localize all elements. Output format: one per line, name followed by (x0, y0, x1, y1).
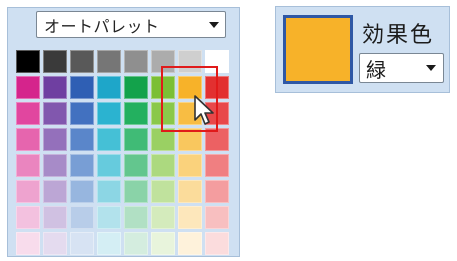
color-swatch-cell[interactable] (43, 180, 67, 203)
color-swatch-cell[interactable] (97, 206, 121, 229)
color-swatch-cell[interactable] (97, 50, 121, 73)
color-swatch-cell[interactable] (70, 128, 94, 151)
color-swatch-cell[interactable] (124, 128, 148, 151)
color-swatch-cell[interactable] (16, 50, 40, 73)
color-swatch-cell[interactable] (16, 76, 40, 99)
color-swatch-cell[interactable] (97, 154, 121, 177)
color-swatch-cell[interactable] (16, 232, 40, 255)
color-swatch-cell[interactable] (124, 180, 148, 203)
color-swatch-cell[interactable] (124, 206, 148, 229)
color-swatch-cell[interactable] (97, 128, 121, 151)
color-swatch-cell[interactable] (205, 50, 229, 73)
color-swatch-cell[interactable] (16, 154, 40, 177)
color-swatch-cell[interactable] (151, 76, 175, 99)
color-swatch-cell[interactable] (43, 76, 67, 99)
color-swatch-cell[interactable] (178, 232, 202, 255)
color-swatch-cell[interactable] (43, 232, 67, 255)
color-swatch-cell[interactable] (151, 180, 175, 203)
color-swatch-cell[interactable] (151, 128, 175, 151)
color-palette-panel: オートパレット (7, 7, 240, 257)
color-swatch-cell[interactable] (16, 206, 40, 229)
effect-color-value: 緑 (366, 57, 386, 82)
color-swatch-cell[interactable] (16, 102, 40, 125)
color-swatch-cell[interactable] (205, 232, 229, 255)
color-swatch-cell[interactable] (70, 206, 94, 229)
color-swatch-cell[interactable] (178, 154, 202, 177)
chevron-down-icon[interactable] (203, 21, 225, 28)
color-swatch-cell[interactable] (151, 102, 175, 125)
effect-color-panel: 効果色 緑 (275, 6, 450, 93)
color-swatch-cell[interactable] (151, 206, 175, 229)
color-swatch-cell[interactable] (97, 102, 121, 125)
color-swatch-cell[interactable] (205, 180, 229, 203)
color-swatch-cell[interactable] (16, 180, 40, 203)
color-swatch-cell[interactable] (124, 232, 148, 255)
color-swatch-cell[interactable] (43, 102, 67, 125)
color-swatch-cell[interactable] (178, 50, 202, 73)
color-swatch-cell[interactable] (205, 154, 229, 177)
color-swatch-cell[interactable] (124, 102, 148, 125)
color-swatch-cell[interactable] (43, 206, 67, 229)
palette-type-dropdown[interactable]: オートパレット (36, 11, 226, 38)
chevron-down-icon[interactable] (419, 65, 443, 71)
effect-color-swatch[interactable] (283, 15, 353, 84)
color-grid (16, 50, 229, 255)
color-swatch-cell[interactable] (70, 154, 94, 177)
screenshot-root: オートパレット 効果色 緑 (0, 0, 457, 261)
color-swatch-cell[interactable] (178, 180, 202, 203)
color-swatch-cell[interactable] (70, 180, 94, 203)
mouse-pointer-icon (194, 95, 214, 125)
color-swatch-cell[interactable] (43, 50, 67, 73)
color-swatch-cell[interactable] (43, 128, 67, 151)
color-swatch-cell[interactable] (178, 128, 202, 151)
color-swatch-cell[interactable] (151, 50, 175, 73)
color-swatch-cell[interactable] (205, 128, 229, 151)
color-swatch-cell[interactable] (151, 232, 175, 255)
color-swatch-cell[interactable] (124, 154, 148, 177)
color-swatch-cell[interactable] (124, 76, 148, 99)
color-swatch-cell[interactable] (70, 50, 94, 73)
color-swatch-cell[interactable] (70, 76, 94, 99)
color-swatch-cell[interactable] (43, 154, 67, 177)
color-swatch-cell[interactable] (178, 206, 202, 229)
color-swatch-cell[interactable] (97, 76, 121, 99)
color-swatch-cell[interactable] (16, 128, 40, 151)
color-swatch-cell[interactable] (97, 180, 121, 203)
effect-color-dropdown[interactable]: 緑 (359, 53, 444, 83)
color-swatch-cell[interactable] (124, 50, 148, 73)
color-swatch-cell[interactable] (151, 154, 175, 177)
color-swatch-cell[interactable] (70, 102, 94, 125)
color-swatch-cell[interactable] (205, 206, 229, 229)
color-swatch-cell[interactable] (70, 232, 94, 255)
color-swatch-cell[interactable] (97, 232, 121, 255)
effect-color-label: 効果色 (362, 23, 435, 48)
palette-type-value: オートパレット (44, 16, 160, 36)
